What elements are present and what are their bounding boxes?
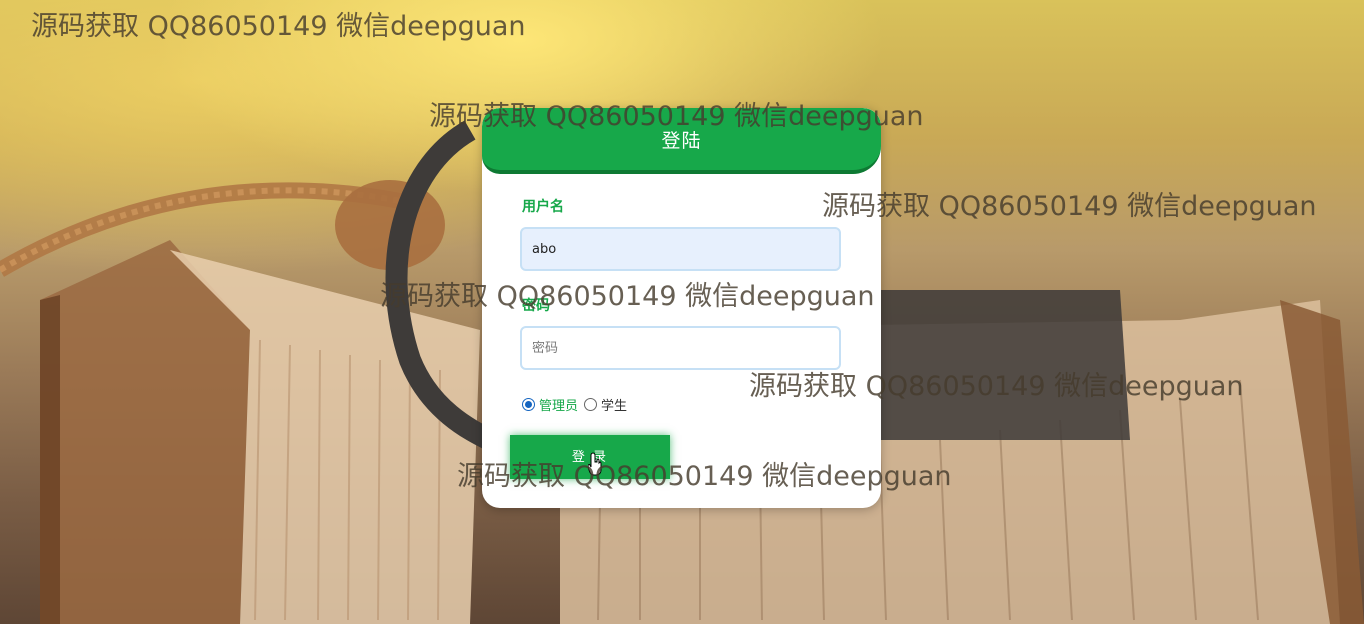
hand-cursor-icon [588,452,602,476]
role-label-admin[interactable]: 管理员 [539,395,578,414]
role-radio-admin[interactable] [522,398,535,411]
username-input[interactable] [520,227,841,271]
password-label: 密码 [522,298,550,314]
role-label-student[interactable]: 学生 [601,395,627,414]
role-radio-student[interactable] [584,398,598,411]
login-card: 登陆 用户名 密码 管理员 学生 登 录 [482,108,881,508]
username-label: 用户名 [522,199,564,215]
role-radio-group: 管理员 学生 [522,395,633,414]
login-title: 登陆 [482,108,881,174]
password-input[interactable] [520,326,841,370]
